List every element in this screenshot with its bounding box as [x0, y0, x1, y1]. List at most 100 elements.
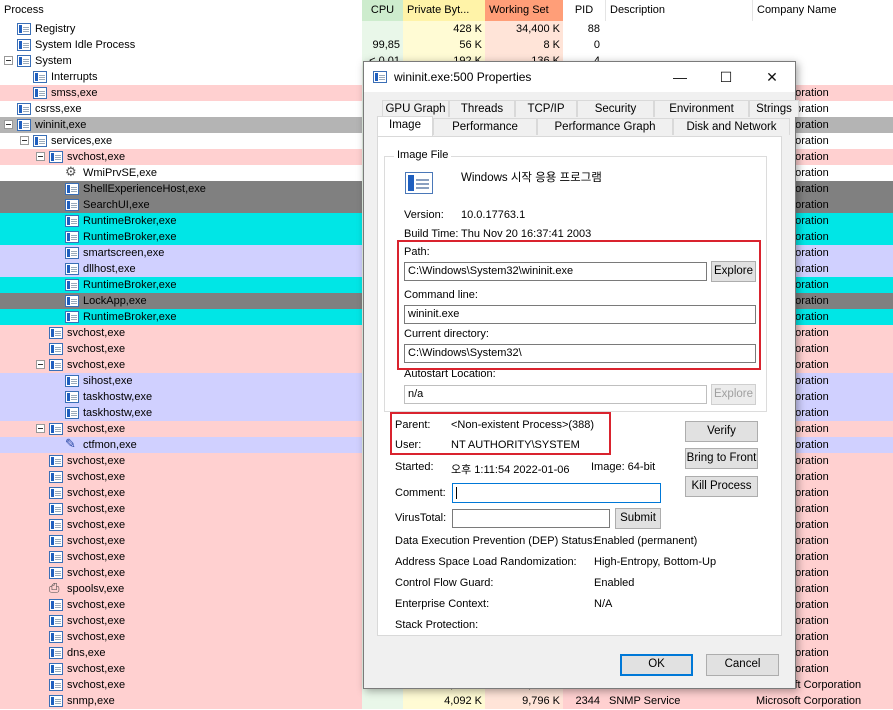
process-name: RuntimeBroker,exe	[83, 279, 177, 291]
tab-environment[interactable]: Environment	[654, 100, 749, 117]
submit-button[interactable]: Submit	[615, 508, 661, 529]
process-name-cell[interactable]: svchost,exe	[0, 677, 362, 693]
tab-strings[interactable]: Strings	[749, 100, 799, 117]
autostart-field[interactable]: n/a	[404, 385, 707, 404]
process-name-cell[interactable]: svchost,exe	[0, 517, 362, 533]
tab-performance[interactable]: Performance	[433, 118, 537, 135]
process-name-cell[interactable]: Interrupts	[0, 69, 362, 85]
tab-image[interactable]: Image	[377, 116, 433, 136]
process-name-cell[interactable]: RuntimeBroker,exe	[0, 213, 362, 229]
process-row[interactable]: System Idle Process 99,85 56 K8 K0	[0, 37, 893, 53]
tab-security[interactable]: Security	[577, 100, 654, 117]
tab-performance-graph[interactable]: Performance Graph	[537, 118, 673, 135]
collapse-toggle-icon[interactable]	[4, 56, 13, 65]
comment-field[interactable]	[452, 483, 661, 503]
ok-button[interactable]: OK	[620, 654, 693, 676]
process-name: svchost,exe	[67, 663, 126, 675]
process-name-cell[interactable]: taskhostw,exe	[0, 389, 362, 405]
process-name-cell[interactable]: svchost,exe	[0, 357, 362, 373]
process-name-cell[interactable]: svchost,exe	[0, 453, 362, 469]
process-name-cell[interactable]: svchost,exe	[0, 149, 362, 165]
process-name-cell[interactable]: dns,exe	[0, 645, 362, 661]
process-name-cell[interactable]: RuntimeBroker,exe	[0, 309, 362, 325]
process-row[interactable]: Registry 428 K 34,400 K 88	[0, 21, 893, 37]
exe-icon	[65, 375, 79, 387]
col-private-bytes[interactable]: Private Byt...	[403, 0, 485, 21]
autostart-explore-button[interactable]: Explore	[711, 384, 756, 405]
process-name-cell[interactable]: svchost,exe	[0, 341, 362, 357]
virustotal-field[interactable]	[452, 509, 610, 528]
process-row[interactable]: snmp,exe 4,092 K 9,796 K 2344 SNMP Service Mi…	[0, 693, 893, 709]
dialog-title-bar[interactable]: wininit.exe:500 Properties — ☐ ✕	[364, 62, 795, 92]
collapse-toggle-icon[interactable]	[20, 136, 29, 145]
process-name: csrss,exe	[35, 103, 82, 115]
process-name-cell[interactable]: taskhostw,exe	[0, 405, 362, 421]
exe-icon	[49, 679, 63, 691]
process-name-cell[interactable]: ShellExperienceHost,exe	[0, 181, 362, 197]
process-name-cell[interactable]: LockApp,exe	[0, 293, 362, 309]
process-name-cell[interactable]: spoolsv,exe	[0, 581, 362, 597]
process-name-cell[interactable]: wininit,exe	[0, 117, 362, 133]
process-name-cell[interactable]: svchost,exe	[0, 325, 362, 341]
process-name-cell[interactable]: RuntimeBroker,exe	[0, 277, 362, 293]
col-pid[interactable]: PID	[563, 0, 605, 21]
process-name-cell[interactable]: dllhost,exe	[0, 261, 362, 277]
kill-process-button[interactable]: Kill Process	[685, 476, 758, 497]
collapse-toggle-icon[interactable]	[36, 152, 45, 161]
process-name-cell[interactable]: svchost,exe	[0, 469, 362, 485]
tab-threads[interactable]: Threads	[449, 100, 515, 117]
process-name-cell[interactable]: sihost,exe	[0, 373, 362, 389]
collapse-toggle-icon[interactable]	[36, 424, 45, 433]
exe-icon	[65, 199, 79, 211]
process-name-cell[interactable]: System	[0, 53, 362, 69]
process-name-cell[interactable]: services,exe	[0, 133, 362, 149]
pid-cell: 88	[563, 21, 605, 37]
version-value: 10.0.17763.1	[461, 209, 526, 221]
tab-gpu-graph[interactable]: GPU Graph	[382, 100, 449, 117]
minimize-icon[interactable]: —	[657, 62, 703, 92]
process-name-cell[interactable]: ctfmon,exe	[0, 437, 362, 453]
exe-icon	[49, 455, 63, 467]
verify-button[interactable]: Verify	[685, 421, 758, 442]
process-name-cell[interactable]: svchost,exe	[0, 549, 362, 565]
process-name-cell[interactable]: System Idle Process	[0, 37, 362, 53]
process-name-cell[interactable]: svchost,exe	[0, 421, 362, 437]
col-process[interactable]: Process	[0, 0, 362, 21]
exe-icon	[49, 551, 63, 563]
col-company[interactable]: Company Name	[752, 0, 893, 21]
process-name-cell[interactable]: Registry	[0, 21, 362, 37]
cancel-button[interactable]: Cancel	[706, 654, 779, 676]
process-name-cell[interactable]: snmp,exe	[0, 693, 362, 709]
process-name-cell[interactable]: svchost,exe	[0, 501, 362, 517]
collapse-toggle-icon[interactable]	[36, 360, 45, 369]
collapse-toggle-icon[interactable]	[4, 120, 13, 129]
process-name-cell[interactable]: smss,exe	[0, 85, 362, 101]
process-name: svchost,exe	[67, 503, 126, 515]
process-name-cell[interactable]: svchost,exe	[0, 613, 362, 629]
process-name-cell[interactable]: svchost,exe	[0, 533, 362, 549]
process-name-cell[interactable]: svchost,exe	[0, 661, 362, 677]
process-name: svchost,exe	[67, 343, 126, 355]
exe-icon	[65, 295, 79, 307]
tab-tcpip[interactable]: TCP/IP	[515, 100, 577, 117]
bring-to-front-button[interactable]: Bring to Front	[685, 448, 758, 469]
exe-icon	[49, 535, 63, 547]
col-working-set[interactable]: Working Set	[485, 0, 563, 21]
process-name-cell[interactable]: csrss,exe	[0, 101, 362, 117]
process-name-cell[interactable]: WmiPrvSE,exe	[0, 165, 362, 181]
pid-cell: 2344	[563, 693, 605, 709]
process-name-cell[interactable]: svchost,exe	[0, 597, 362, 613]
tab-disk-and-network[interactable]: Disk and Network	[673, 118, 790, 135]
image-file-group-label: Image File	[394, 149, 452, 161]
process-name-cell[interactable]: svchost,exe	[0, 629, 362, 645]
col-description[interactable]: Description	[605, 0, 752, 21]
process-name-cell[interactable]: svchost,exe	[0, 485, 362, 501]
process-name: smartscreen,exe	[83, 247, 165, 259]
col-cpu[interactable]: CPU	[362, 0, 403, 21]
process-name-cell[interactable]: smartscreen,exe	[0, 245, 362, 261]
process-name-cell[interactable]: RuntimeBroker,exe	[0, 229, 362, 245]
process-name-cell[interactable]: SearchUI,exe	[0, 197, 362, 213]
maximize-icon[interactable]: ☐	[703, 62, 749, 92]
process-name-cell[interactable]: svchost,exe	[0, 565, 362, 581]
close-icon[interactable]: ✕	[749, 62, 795, 92]
